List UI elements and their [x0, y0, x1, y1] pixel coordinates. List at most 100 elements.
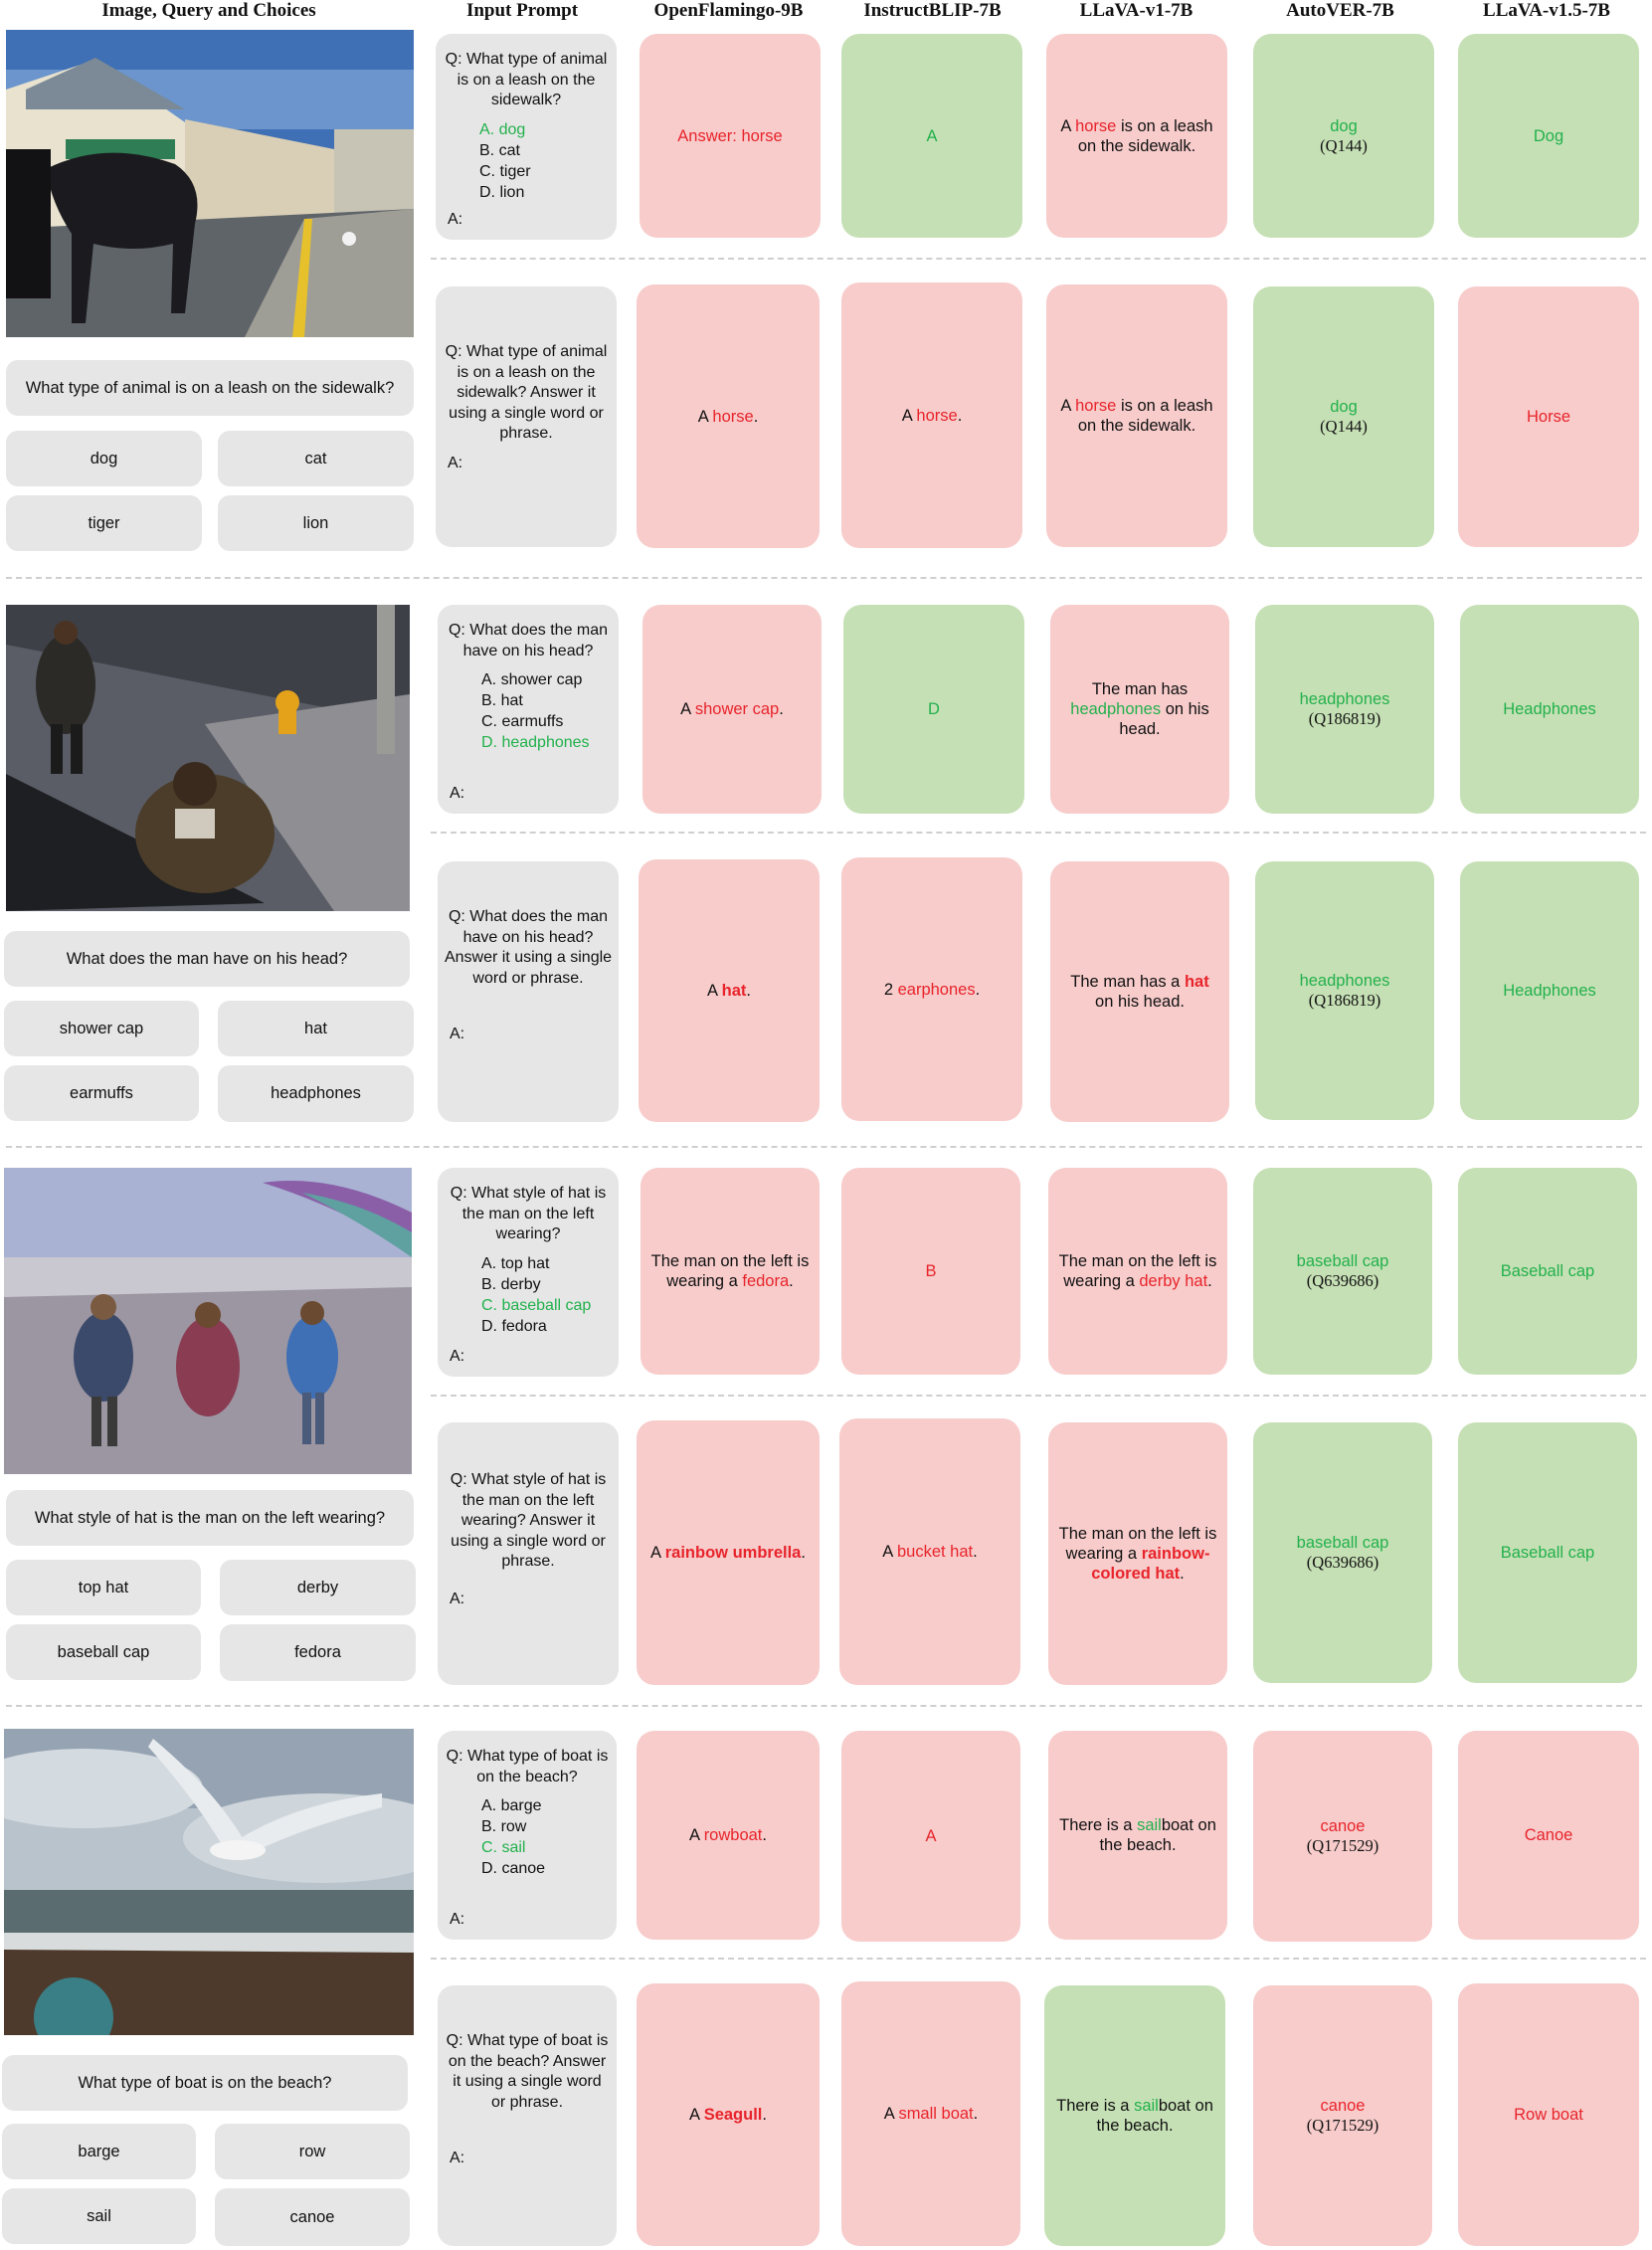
prompt-options: A. barge B. row C. sail D. canoe: [444, 1795, 611, 1879]
photo-horse-carriage-street: [6, 30, 414, 337]
header-input-prompt: Input Prompt: [465, 0, 579, 21]
prompt-answer-label: A:: [450, 1910, 465, 1928]
answer-autover: dog (Q144): [1253, 34, 1434, 238]
answer-autover: baseball cap (Q639686): [1253, 1422, 1432, 1683]
answer-llava-v1: A horse is on a leash on the sidewalk.: [1046, 284, 1227, 547]
prompt-option: A. dog: [479, 120, 526, 138]
prompt-question: Q: What type of boat is on the beach?: [446, 1748, 609, 1785]
oe-prompt: Q: What style of hat is the man on the l…: [438, 1422, 619, 1685]
prompt-question: Q: What style of hat is the man on the l…: [450, 1185, 607, 1242]
photo-seagull-beach: [4, 1729, 414, 2035]
choice-button[interactable]: sail: [2, 2188, 196, 2244]
answer-llava-v15: Headphones: [1460, 861, 1639, 1120]
prompt-answer-label: A:: [450, 2150, 465, 2166]
choice-button[interactable]: earmuffs: [4, 1065, 199, 1121]
choice-button[interactable]: barge: [2, 2124, 196, 2179]
prompt-question: Q: What type of boat is on the beach? An…: [446, 2032, 609, 2111]
prompt-option: A. shower cap: [481, 671, 583, 688]
oe-prompt: Q: What type of boat is on the beach? An…: [438, 1985, 617, 2246]
photo-people-beach-umbrella: [4, 1168, 412, 1474]
prompt-option: C. baseball cap: [481, 1296, 592, 1314]
header-llava-v15: LLaVA-v1.5-7B: [1483, 0, 1610, 21]
choice-button[interactable]: tiger: [6, 495, 202, 551]
answer-llava-v15: Baseball cap: [1458, 1422, 1637, 1683]
answer-instructblip: 2 earphones.: [841, 857, 1022, 1121]
answer-llava-v15: Dog: [1458, 34, 1639, 238]
answer-openflamingo: A horse.: [637, 284, 820, 548]
prompt-question: Q: What type of animal is on a leash on …: [445, 343, 608, 442]
prompt-option: D. canoe: [481, 1860, 546, 1877]
answer-autover: canoe (Q171529): [1253, 1985, 1432, 2246]
query-box: What does the man have on his head?: [4, 931, 410, 987]
answer-llava-v15: Baseball cap: [1458, 1168, 1637, 1375]
answer-autover: headphones (Q186819): [1255, 605, 1434, 814]
answer-openflamingo: A shower cap.: [642, 605, 822, 814]
header-instructblip: InstructBLIP-7B: [863, 0, 1002, 21]
example-divider: [6, 1146, 1642, 1148]
example-divider: [6, 1705, 1642, 1707]
prompt-question: Q: What does the man have on his head?: [448, 622, 609, 659]
row-divider: [431, 1395, 1646, 1397]
example-divider: [6, 577, 1642, 579]
header-openflamingo: OpenFlamingo-9B: [653, 0, 804, 21]
answer-autover: baseball cap (Q639686): [1253, 1168, 1432, 1375]
prompt-option: D. headphones: [481, 734, 590, 751]
header-autover: AutoVER-7B: [1286, 0, 1394, 21]
answer-instructblip: D: [843, 605, 1024, 814]
choice-button[interactable]: fedora: [220, 1624, 416, 1681]
answer-llava-v1: The man has headphones on his head.: [1050, 605, 1229, 814]
choice-button[interactable]: top hat: [6, 1560, 201, 1615]
answer-llava-v15: Canoe: [1458, 1731, 1639, 1940]
mc-prompt: Q: What style of hat is the man on the l…: [438, 1168, 619, 1377]
prompt-option: C. earmuffs: [481, 713, 564, 730]
choice-button[interactable]: shower cap: [4, 1001, 199, 1056]
prompt-answer-label: A:: [450, 784, 465, 802]
prompt-option: B. derby: [481, 1275, 541, 1293]
prompt-answer-label: A:: [450, 1591, 465, 1607]
answer-llava-v15: Row boat: [1458, 1983, 1639, 2246]
choice-button[interactable]: lion: [218, 495, 414, 551]
answer-llava-v15: Horse: [1458, 286, 1639, 547]
oe-prompt: Q: What does the man have on his head? A…: [438, 861, 619, 1122]
mc-prompt: Q: What type of animal is on a leash on …: [436, 34, 617, 240]
answer-openflamingo: A rainbow umbrella.: [637, 1420, 820, 1685]
query-box: What style of hat is the man on the left…: [6, 1490, 414, 1546]
prompt-option: C. tiger: [479, 162, 531, 180]
answer-openflamingo: Answer: horse: [640, 34, 821, 238]
prompt-option: D. lion: [479, 183, 525, 201]
choice-button[interactable]: cat: [218, 431, 414, 486]
choice-button[interactable]: baseball cap: [6, 1624, 201, 1680]
choice-button[interactable]: row: [215, 2124, 410, 2179]
mc-prompt: Q: What type of boat is on the beach? A.…: [438, 1731, 617, 1940]
answer-llava-v1: The man on the left is wearing a derby h…: [1048, 1168, 1227, 1375]
answer-openflamingo: A Seagull.: [637, 1983, 820, 2246]
prompt-options: A. dog B. cat C. tiger D. lion: [442, 119, 611, 203]
answer-openflamingo: A rowboat.: [637, 1731, 820, 1940]
header-llava-v1: LLaVA-v1-7B: [1079, 0, 1193, 21]
header-image-query-choices: Image, Query and Choices: [101, 0, 316, 21]
prompt-option: B. row: [481, 1818, 527, 1835]
prompt-question: Q: What type of animal is on a leash on …: [445, 51, 608, 108]
answer-openflamingo: The man on the left is wearing a fedora.: [641, 1168, 820, 1375]
prompt-answer-label: A:: [450, 1026, 465, 1042]
choice-button[interactable]: derby: [220, 1560, 416, 1615]
query-box: What type of animal is on a leash on the…: [6, 360, 414, 416]
choice-button[interactable]: headphones: [218, 1065, 414, 1122]
prompt-option: D. fedora: [481, 1317, 547, 1335]
prompt-option: C. sail: [481, 1839, 526, 1856]
prompt-question: Q: What does the man have on his head? A…: [444, 908, 613, 987]
answer-llava-v1: The man on the left is wearing a rainbow…: [1048, 1422, 1227, 1685]
choice-button[interactable]: dog: [6, 431, 202, 486]
answer-llava-v1: A horse is on a leash on the sidewalk.: [1046, 34, 1227, 238]
prompt-options: A. top hat B. derby C. baseball cap D. f…: [444, 1253, 613, 1337]
row-divider: [431, 832, 1646, 834]
choice-button[interactable]: hat: [218, 1001, 414, 1056]
answer-llava-v1: There is a sailboat on the beach.: [1044, 1985, 1225, 2246]
row-divider: [431, 1958, 1646, 1960]
answer-instructblip: A horse.: [841, 282, 1022, 548]
prompt-option: A. barge: [481, 1797, 542, 1814]
answer-llava-v15: Headphones: [1460, 605, 1639, 814]
prompt-answer-label: A:: [448, 210, 463, 228]
choice-button[interactable]: canoe: [215, 2188, 410, 2246]
answer-instructblip: A: [841, 34, 1022, 238]
